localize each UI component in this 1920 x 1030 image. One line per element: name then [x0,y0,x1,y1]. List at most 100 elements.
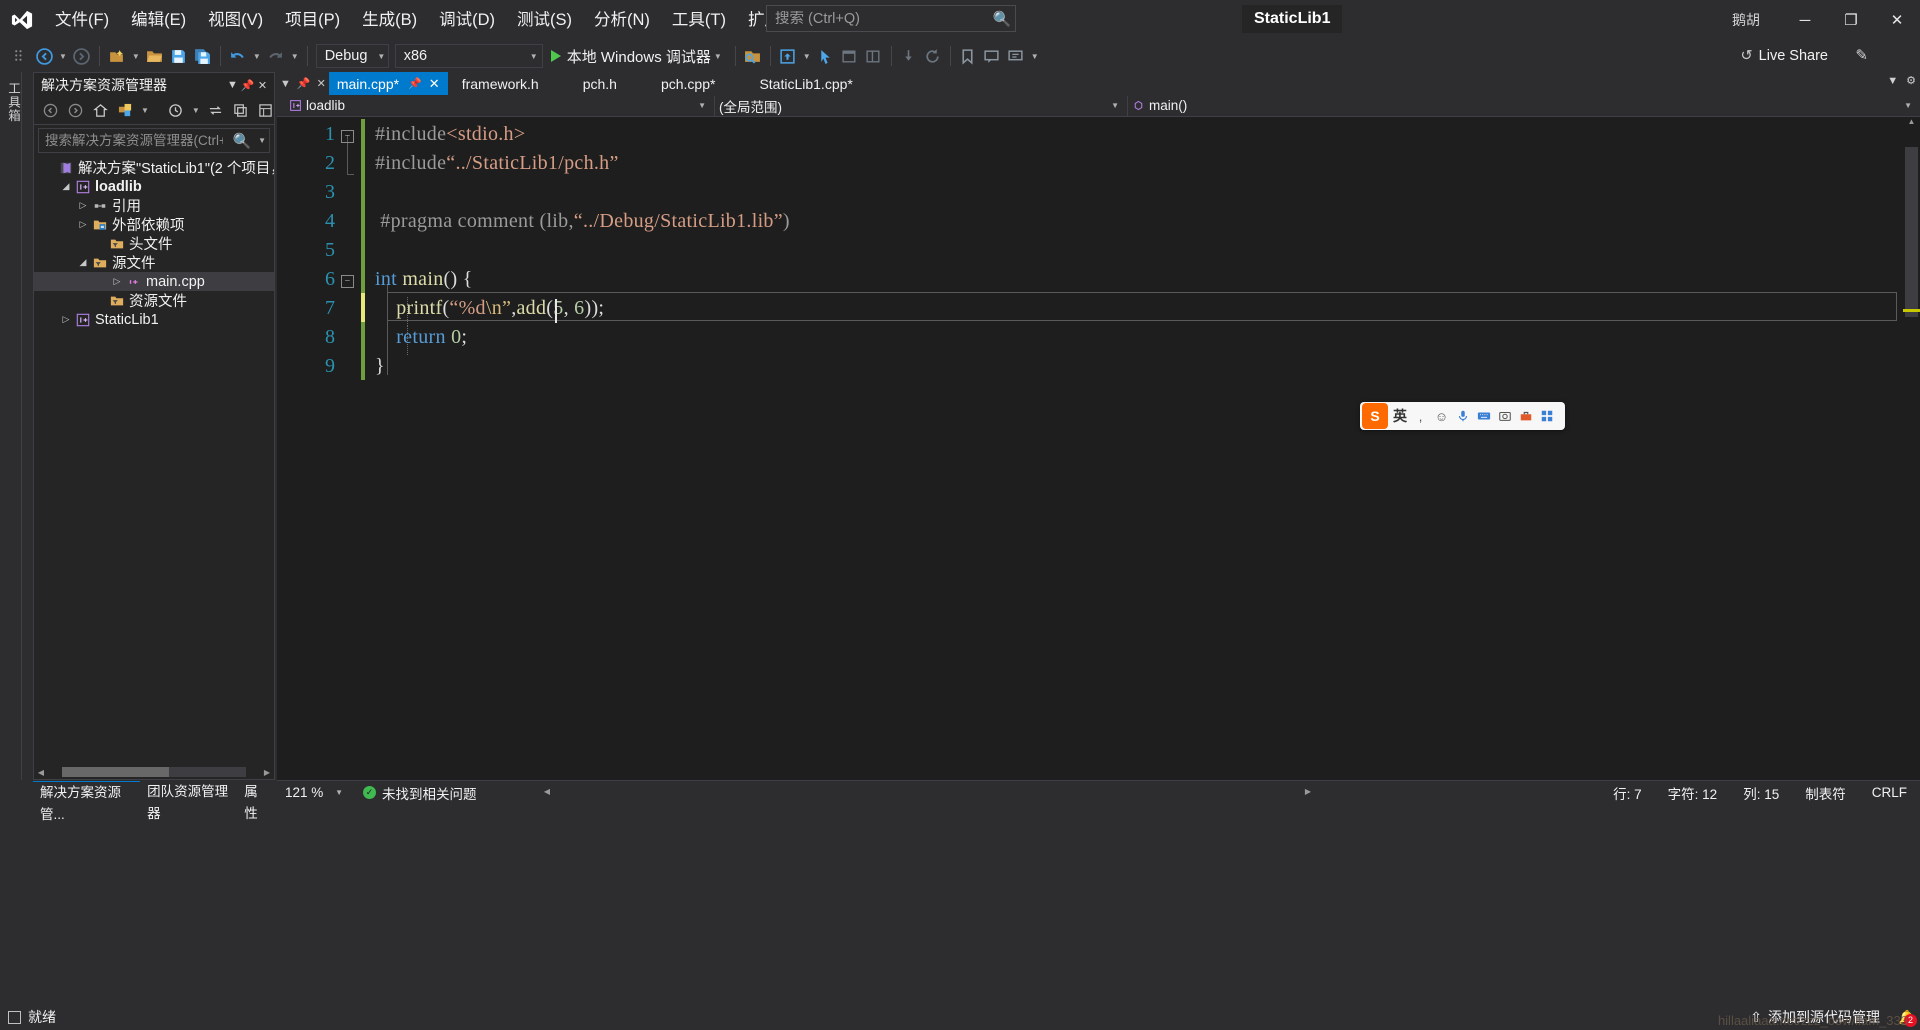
toolbar-options-icon[interactable] [8,43,32,69]
pending-dropdown-icon[interactable]: ▼ [189,106,203,115]
expand-arrow-open-icon[interactable]: ◢ [76,257,90,268]
menu-test[interactable]: 测试(S) [506,6,583,34]
scroll-right-icon[interactable]: ▶ [1301,787,1315,796]
code-line[interactable]: return 0; [375,326,467,349]
scroll-left-icon[interactable]: ◀ [540,787,554,796]
search-input[interactable] [767,10,989,27]
refresh-icon[interactable] [921,43,945,69]
settings-gear-icon[interactable]: ⚙ [1906,74,1916,87]
code-line[interactable]: int main() { [375,268,473,291]
code-line[interactable]: } [375,355,385,378]
undo-dropdown-icon[interactable]: ▼ [250,52,264,61]
views-dropdown-icon[interactable]: ▼ [138,106,152,115]
tab-framework-h[interactable]: framework.h [447,72,547,95]
pin-icon[interactable]: 📌 [294,72,314,95]
menu-build[interactable]: 生成(B) [351,6,428,34]
preview-icon[interactable] [838,43,862,69]
close-icon[interactable]: ✕ [429,76,440,92]
comment-icon[interactable] [980,43,1004,69]
se-tab-properties[interactable]: 属性 [237,781,275,821]
solution-dropdown-icon[interactable]: ▼ [800,52,814,61]
solution-tree-hscrollbar[interactable]: ◀ ▶ [34,765,274,779]
tree-item[interactable]: ▷ 外部依赖项 [34,215,274,234]
scroll-left-icon[interactable]: ◀ [34,768,48,777]
chevron-down-icon[interactable]: ▼ [225,79,240,91]
sogou-logo-icon[interactable]: S [1362,403,1388,429]
pointer-icon[interactable] [814,43,838,69]
toolbox-dock[interactable]: 工具箱 [0,72,22,780]
menu-analyze[interactable]: 分析(N) [583,6,661,34]
microphone-icon[interactable] [1452,404,1473,428]
ime-mode-label[interactable]: 英 [1390,406,1410,426]
fold-toggle-icon[interactable]: − [341,275,354,288]
pending-changes-icon[interactable] [164,98,188,124]
zoom-combo[interactable]: 121 % ▼ [277,785,349,800]
menu-view[interactable]: 视图(V) [197,6,274,34]
toolbox-icon[interactable] [1515,404,1536,428]
minimize-button[interactable]: ─ [1782,0,1828,40]
global-search[interactable]: 🔍 [766,5,1016,32]
menu-edit[interactable]: 编辑(E) [120,6,197,34]
restore-button[interactable]: ❐ [1828,0,1874,40]
tree-item[interactable]: ▷ 引用 [34,196,274,215]
tree-item[interactable]: 解决方案"StaticLib1"(2 个项目，共 2 [34,158,274,177]
expand-arrow-closed-icon[interactable]: ▷ [76,200,90,211]
editor-vscrollbar[interactable]: ▲ [1903,117,1920,780]
redo-icon[interactable] [264,43,288,69]
code-line[interactable]: #include“../StaticLib1/pch.h” [375,152,619,175]
scroll-right-icon[interactable]: ▶ [260,768,274,777]
menu-project[interactable]: 项目(P) [274,6,351,34]
close-icon[interactable]: ✕ [314,72,329,95]
tree-item[interactable]: ▷ main.cpp [34,272,274,291]
tab-pch-h[interactable]: pch.h [546,72,625,95]
forward-icon[interactable] [63,98,87,124]
expand-arrow-closed-icon[interactable]: ▷ [110,276,124,287]
chevron-down-icon[interactable]: ▼ [711,52,725,61]
tab-pch-cpp[interactable]: pch.cpp* [624,72,724,95]
solution-explorer-search[interactable]: 🔍 ▼ [38,128,270,153]
hscroll-thumb[interactable] [62,767,169,777]
close-button[interactable]: ✕ [1874,0,1920,40]
pin-icon[interactable]: 📌 [240,79,255,92]
expand-arrow-closed-icon[interactable]: ▷ [59,314,73,325]
code-line[interactable]: #include<stdio.h> [375,123,525,146]
code-editor[interactable]: 1− #include<stdio.h> 2 #include“../StaticLi… [277,117,1920,780]
keyboard-icon[interactable] [1473,404,1494,428]
sync-icon[interactable] [204,98,228,124]
code-line[interactable]: #pragma comment (lib,“../Debug/StaticLib… [375,210,790,233]
platform-combo[interactable]: x86 ▼ [394,44,543,68]
redo-dropdown-icon[interactable]: ▼ [288,52,302,61]
screenshot-icon[interactable] [1494,404,1515,428]
hscroll-track[interactable] [62,767,246,777]
expand-arrow-open-icon[interactable]: ◢ [59,181,73,192]
search-icon[interactable]: 🔍 [229,132,255,150]
configuration-combo[interactable]: Debug ▼ [315,44,389,68]
home-icon[interactable] [88,98,112,124]
tab-staticlib1-cpp[interactable]: StaticLib1.cpp* [723,72,861,95]
switch-views-icon[interactable] [113,98,137,124]
step-icon[interactable] [897,43,921,69]
bookmark-icon[interactable] [956,43,980,69]
apps-grid-icon[interactable] [1536,409,1557,423]
uncomment-icon[interactable] [1004,43,1028,69]
save-all-icon[interactable] [191,43,215,69]
punctuation-icon[interactable]: , [1410,404,1431,428]
arrow-back-icon[interactable] [32,43,56,69]
navbar-member-combo[interactable]: main() ▼ [1128,96,1920,116]
issues-indicator[interactable]: ✓ 未找到相关问题 [349,783,477,803]
vscroll-thumb[interactable] [1905,147,1918,317]
code-line[interactable]: printf(“%d\n”,add(5, 6)); [375,297,604,320]
tab-main-cpp[interactable]: main.cpp* 📌 ✕ [328,72,448,95]
feedback-icon[interactable]: ✎ [1855,46,1868,64]
properties-icon[interactable] [254,98,278,124]
back-dropdown-icon[interactable]: ▼ [56,52,70,61]
ime-toolbar[interactable]: S 英 , ☺ [1360,402,1565,430]
start-debug-button[interactable]: 本地 Windows 调试器 ▼ [546,43,730,69]
scroll-up-icon[interactable]: ▲ [1903,117,1920,134]
se-tab-solution-explorer[interactable]: 解决方案资源管... [33,781,141,822]
back-icon[interactable] [38,98,62,124]
tree-item[interactable]: ◢ 源文件 [34,253,274,272]
save-icon[interactable] [167,43,191,69]
emoji-icon[interactable]: ☺ [1431,404,1452,428]
live-share-button[interactable]: ↺ Live Share [1741,44,1828,68]
